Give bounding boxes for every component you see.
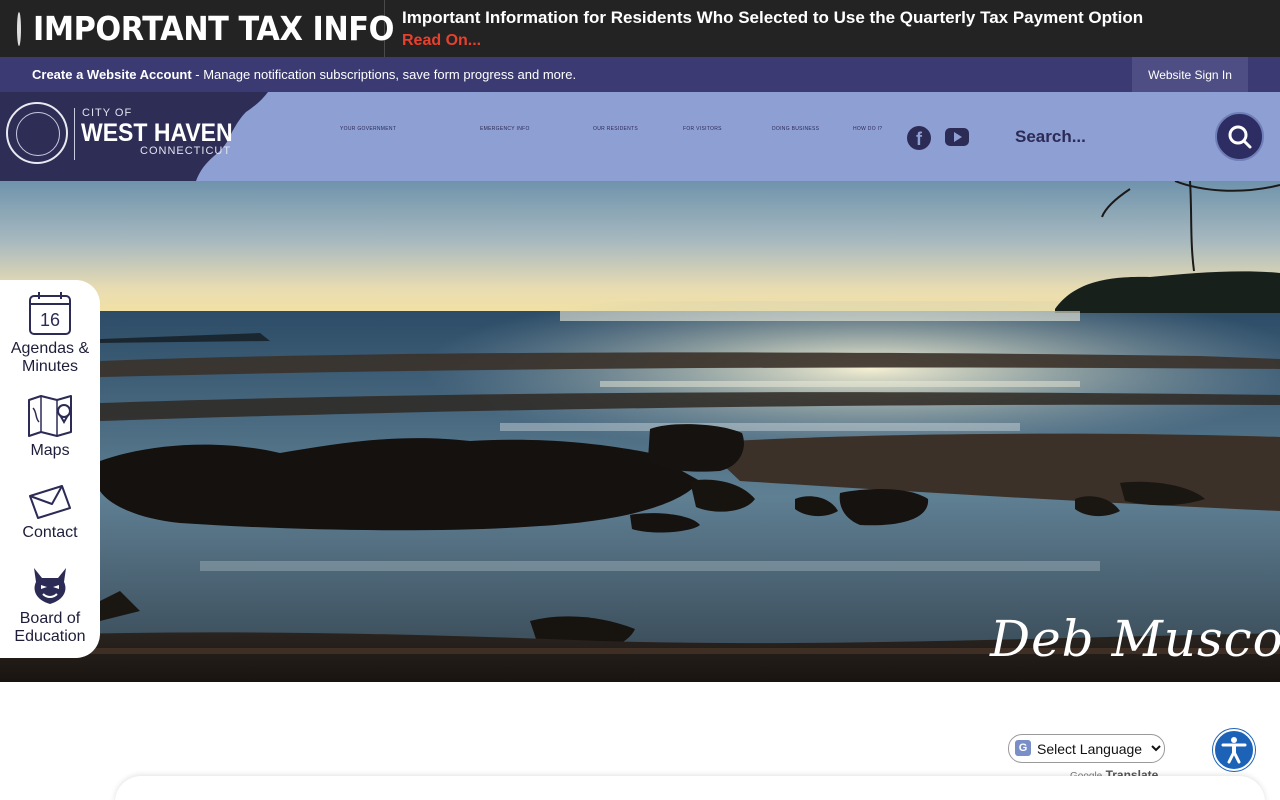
map-icon <box>28 395 72 437</box>
quick-link-board-of-education[interactable]: Board of Education <box>0 566 100 646</box>
quick-link-maps[interactable]: Maps <box>0 394 100 460</box>
language-select[interactable]: Select Language <box>1008 734 1165 763</box>
account-message: Create a Website Account - Manage notifi… <box>32 67 576 82</box>
facebook-icon[interactable]: f <box>907 126 931 150</box>
youtube-icon[interactable] <box>945 128 969 146</box>
beach-sunset-photo <box>0 181 1280 682</box>
alert-title-block: IMPORTANT TAX INFO <box>0 0 394 57</box>
alert-read-on-link[interactable]: Read On... <box>402 32 1143 50</box>
alert-icon <box>17 11 21 46</box>
logo-city-name: WEST HAVEN <box>81 119 233 147</box>
nav-how-do-i[interactable]: HOW DO I? <box>853 126 882 132</box>
quick-link-label: Contact <box>22 524 78 541</box>
main-content-card <box>115 776 1265 800</box>
account-bar: Create a Website Account - Manage notifi… <box>0 57 1280 92</box>
mascot-icon <box>34 568 66 604</box>
city-seal-icon <box>6 102 68 164</box>
calendar-icon: 16 <box>29 292 71 335</box>
website-sign-in-button[interactable]: Website Sign In <box>1132 57 1248 92</box>
logo-divider <box>74 108 75 160</box>
nav-for-visitors[interactable]: FOR VISITORS <box>683 126 722 132</box>
alert-headline[interactable]: Important Information for Residents Who … <box>402 8 1143 28</box>
search-button[interactable] <box>1215 112 1264 161</box>
quick-link-label: Agendas & <box>10 340 90 357</box>
search-input[interactable] <box>1005 120 1205 154</box>
photo-signature: Deb Musco <box>990 610 1280 668</box>
account-description: - Manage notification subscriptions, sav… <box>191 67 577 82</box>
quick-link-label: Board of <box>19 610 81 627</box>
quick-link-label-line2: Minutes <box>21 358 79 375</box>
quick-link-contact[interactable]: Contact <box>0 484 100 542</box>
search-icon <box>1228 125 1251 148</box>
nav-your-government[interactable]: YOUR GOVERNMENT <box>340 126 396 132</box>
alert-bar: IMPORTANT TAX INFO Important Information… <box>0 0 1280 57</box>
hero-banner-image <box>0 181 1280 682</box>
nav-our-residents[interactable]: OUR RESIDENTS <box>593 126 638 132</box>
nav-emergency-info[interactable]: EMERGENCY INFO <box>480 126 530 132</box>
accessibility-button[interactable] <box>1213 729 1255 771</box>
quick-links-panel: 16 Agendas & Minutes Maps Contact Board <box>0 280 100 658</box>
quick-link-agendas-minutes[interactable]: 16 Agendas & Minutes <box>0 290 100 376</box>
create-account-link[interactable]: Create a Website Account <box>32 67 192 82</box>
envelope-icon <box>29 485 71 519</box>
quick-link-label-line2: Education <box>14 628 86 645</box>
quick-link-label: Maps <box>30 442 70 459</box>
logo-city-of: CITY OF <box>82 107 133 119</box>
nav-doing-business[interactable]: DOING BUSINESS <box>772 126 819 132</box>
google-translate-icon: G <box>1015 740 1031 756</box>
city-logo[interactable]: CITY OF WEST HAVEN CONNECTICUT <box>0 92 270 181</box>
calendar-day-number: 16 <box>40 310 60 330</box>
alert-title: IMPORTANT TAX INFO <box>33 9 394 48</box>
alert-message: Important Information for Residents Who … <box>385 0 1143 57</box>
accessibility-icon <box>1221 737 1247 764</box>
logo-state: CONNECTICUT <box>140 145 232 157</box>
